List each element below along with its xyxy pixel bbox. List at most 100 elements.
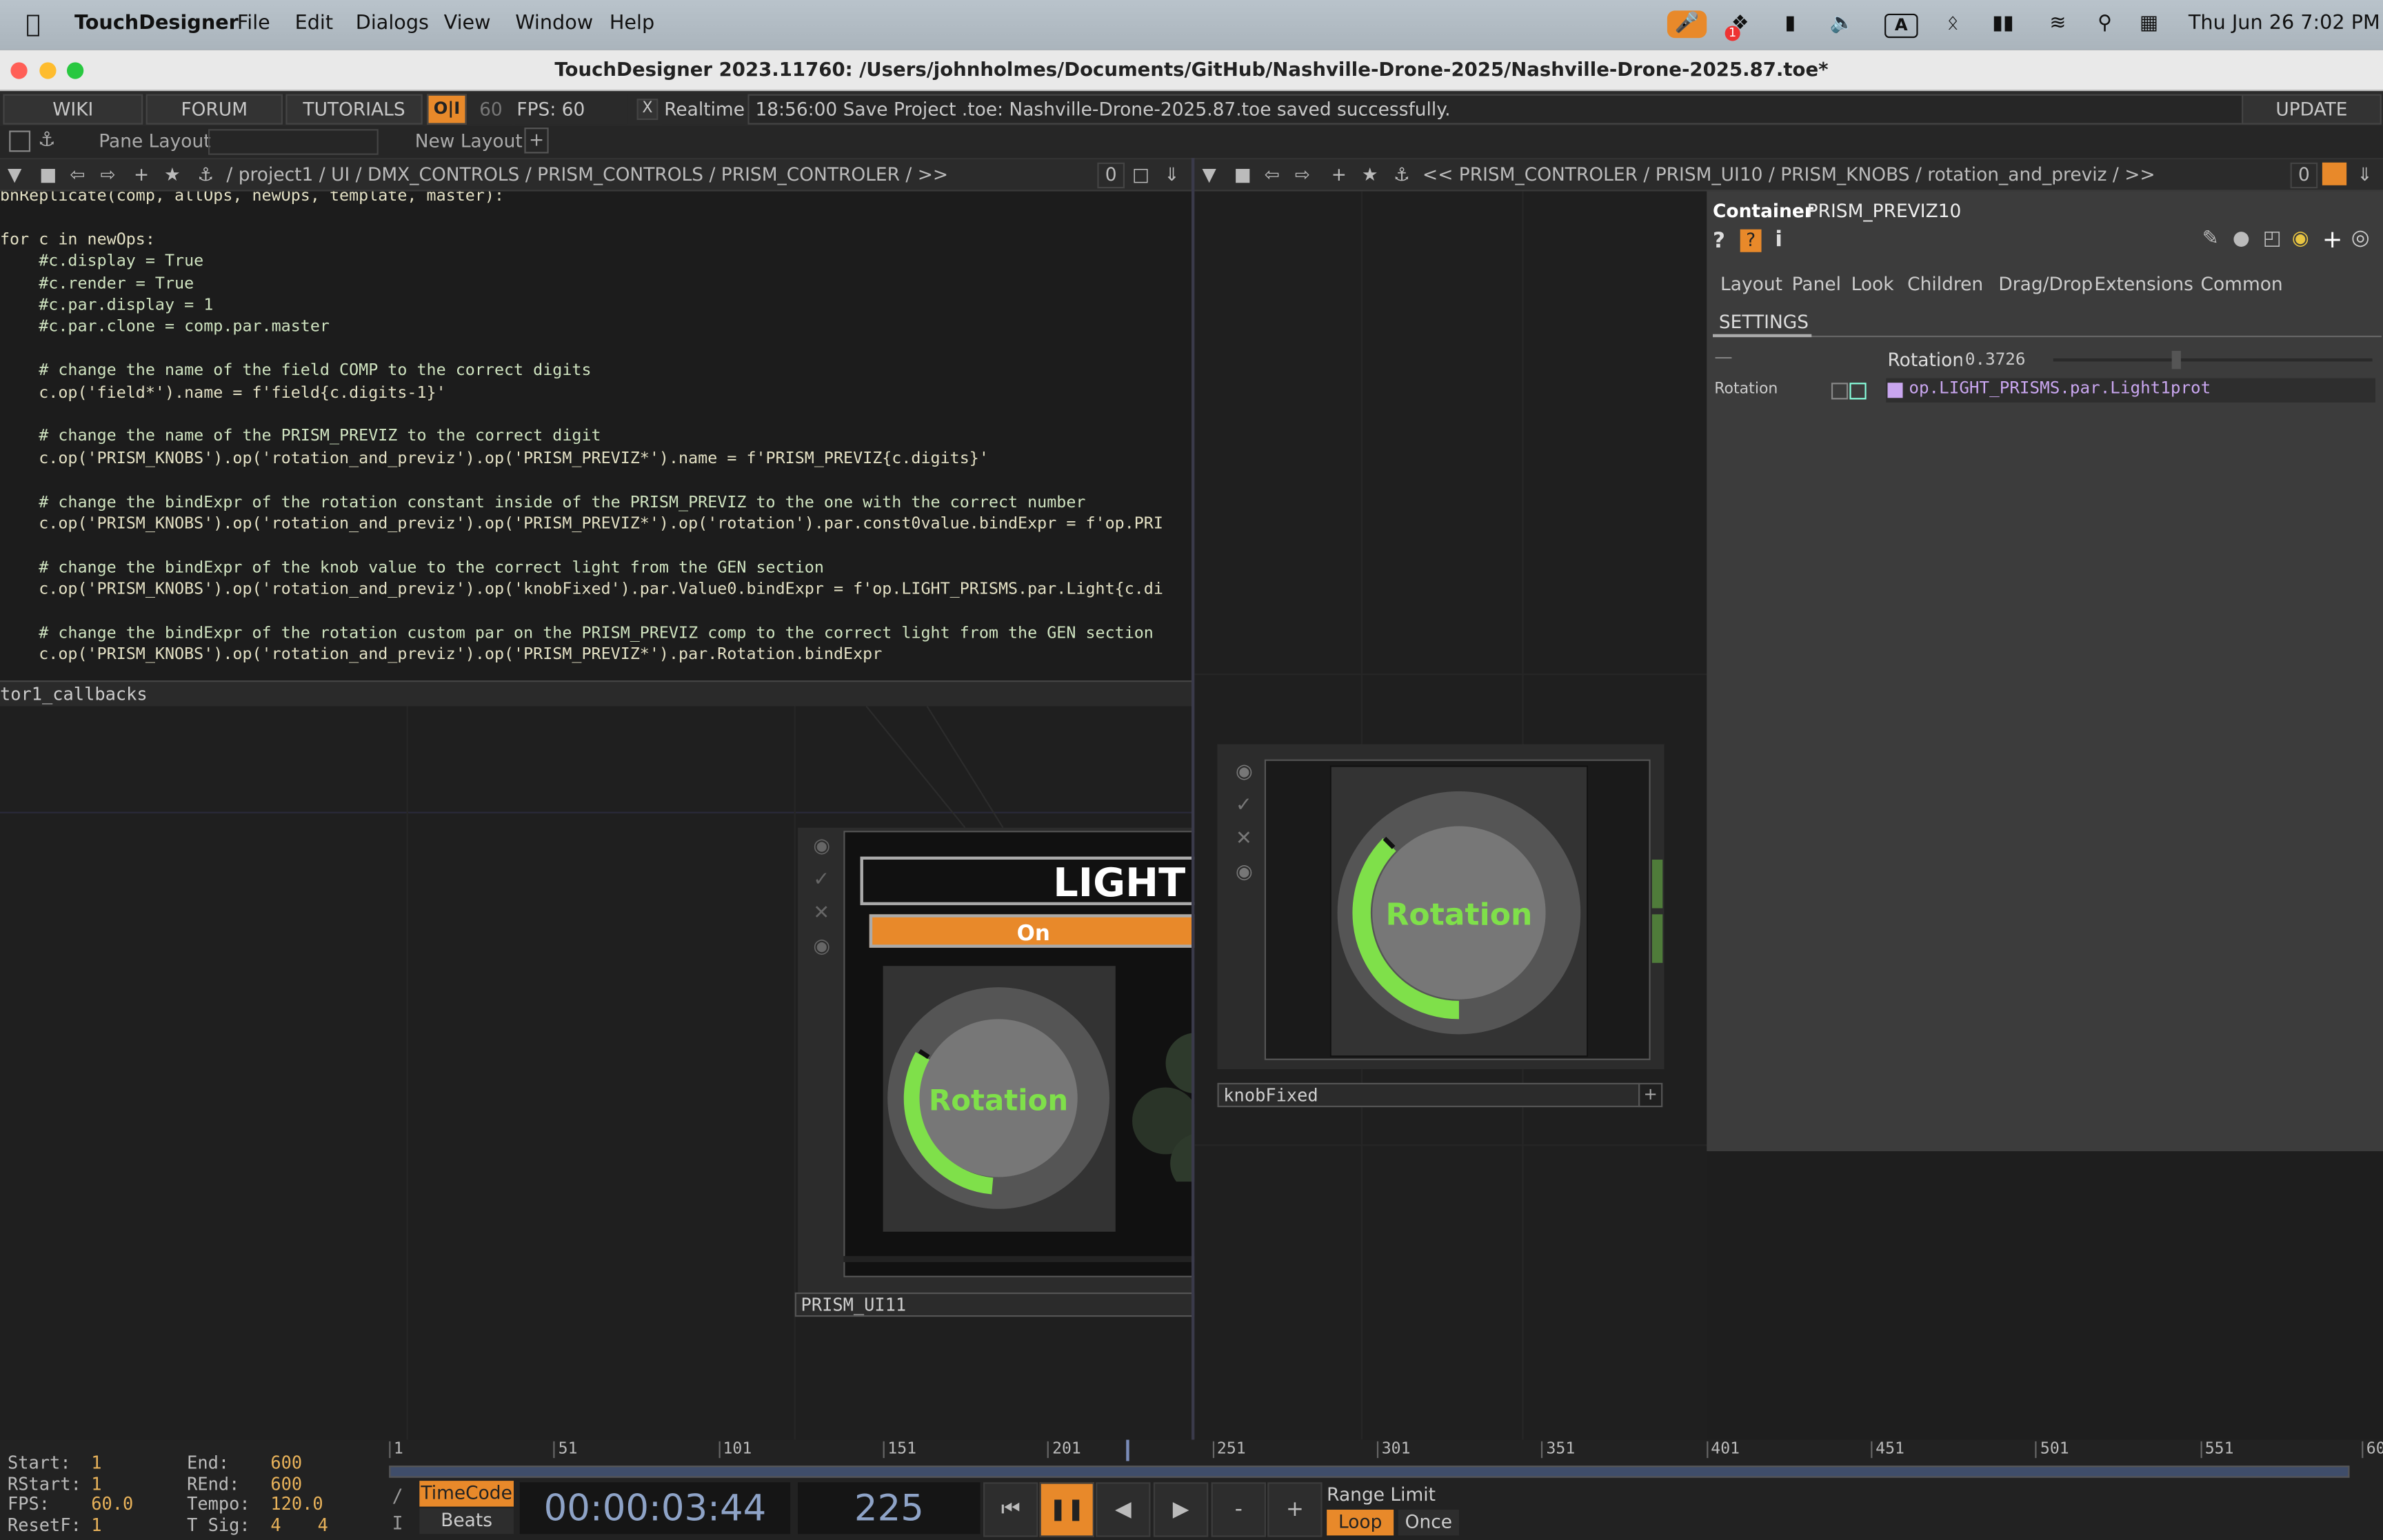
add-icon[interactable]: + [134, 159, 149, 190]
home-icon[interactable]: ⚓ [38, 129, 56, 152]
rotation-slider-track[interactable] [2053, 358, 2373, 362]
code-line[interactable]: #c.display = True [0, 251, 203, 272]
viewer-icon[interactable]: ◉ [813, 835, 830, 858]
timeline-range-bar[interactable] [389, 1466, 2350, 1478]
code-line[interactable]: #c.par.display = 1 [0, 294, 213, 316]
clone-icon[interactable]: ◰ [2263, 227, 2282, 250]
start-value[interactable]: 1 [91, 1452, 101, 1473]
rotation-value-field[interactable]: 0.3726 [1965, 349, 2026, 369]
cook-icon[interactable]: ✓ [1236, 794, 1252, 817]
dat-name-label[interactable]: tor1_callbacks [0, 680, 1194, 708]
code-line[interactable]: # change the name of the field COMP to t… [0, 361, 591, 382]
menu-edit[interactable]: Edit [295, 12, 334, 35]
layout-presets[interactable] [208, 129, 379, 155]
faster-button[interactable]: + [1267, 1482, 1323, 1537]
code-line[interactable]: # change the bindExpr of the rotation co… [0, 492, 1085, 513]
rotation-knob[interactable]: Rotation [1331, 767, 1587, 1056]
rotation-expression-field[interactable]: op.LIGHT_PRISMS.par.Light1prot [1886, 378, 2376, 403]
rotation-knob[interactable]: Rotation [883, 966, 1116, 1232]
cursor-icon[interactable]: I [392, 1512, 403, 1534]
knobfixed-node[interactable]: ◉ ✓ ✕ ◉ Rotation [1217, 744, 1665, 1070]
add-layout-icon[interactable]: + [524, 128, 549, 154]
code-editor[interactable]: bnReplicate(comp, allOps, newOps, templa… [0, 191, 1194, 681]
info-icon[interactable]: i [1775, 227, 1782, 252]
menu-window[interactable]: Window [515, 12, 593, 35]
volume-icon[interactable]: 🔈 [1827, 10, 1857, 38]
import-icon[interactable]: ⇓ [2357, 159, 2373, 190]
once-button[interactable]: Once [1398, 1509, 1459, 1536]
menu-dialogs[interactable]: Dialogs [356, 12, 429, 35]
code-line[interactable]: #c.par.clone = comp.par.master [0, 316, 330, 338]
step-forward-icon[interactable]: ▶ [1153, 1482, 1209, 1537]
viewer-icon[interactable]: ◉ [1236, 761, 1253, 784]
tutorials-button[interactable]: TUTORIALS [285, 94, 423, 125]
beats-mode-button[interactable]: Beats [419, 1508, 514, 1534]
timeline-ruler[interactable]: 151101151201251301351401451501551600 [386, 1440, 2383, 1461]
resetf-value[interactable]: 1 [91, 1514, 101, 1536]
code-line[interactable]: c.op('PRISM_KNOBS').op('rotation_and_pre… [0, 447, 989, 469]
contacts-icon[interactable]: ▮ [1778, 10, 1802, 38]
python-icon[interactable]: ◉ [2292, 227, 2309, 250]
rotation-knob-panel[interactable]: Rotation [1329, 765, 1589, 1057]
timecode-display[interactable]: 00:00:03:44 [519, 1482, 791, 1534]
op-name-field[interactable]: PRISM_PREVIZ10 [1807, 201, 1962, 222]
tab-panel[interactable]: Panel [1792, 274, 1841, 295]
pane-menu-icon[interactable]: ▼ [8, 159, 21, 190]
bypass-icon[interactable]: ✕ [813, 902, 829, 925]
code-line[interactable]: # change the bindExpr of the rotation cu… [0, 622, 1154, 644]
tab-drag-drop[interactable]: Drag/Drop [1998, 274, 2093, 295]
tab-common[interactable]: Common [2201, 274, 2283, 295]
timeline-playhead[interactable] [1127, 1439, 1130, 1461]
loop-button[interactable]: Loop [1327, 1509, 1394, 1536]
tsig-numerator[interactable]: 4 [270, 1514, 281, 1536]
left-network-editor[interactable]: ◉ ✓ ✕ ◉ LIGHT On Rotation PRISM_UI11 [0, 706, 1231, 1440]
help-icon[interactable]: ? [1713, 230, 1725, 254]
menubar-clock[interactable]: Thu Jun 26 7:02 PM [2189, 12, 2380, 35]
right-network-editor[interactable]: ◉ ✓ ✕ ◉ Rotation knobFixed + [1194, 191, 1707, 1440]
wifi-icon[interactable]: ≋ [2042, 10, 2073, 38]
rend-value[interactable]: 600 [270, 1473, 302, 1495]
back-icon[interactable]: ⇦ [1265, 159, 1280, 190]
back-icon[interactable]: ⇦ [70, 159, 85, 190]
edit-icon[interactable]: ✎ [2202, 227, 2219, 250]
import-icon[interactable]: ⇓ [1164, 159, 1179, 190]
rotation-slider-handle[interactable] [2172, 350, 2182, 369]
collapse-icon[interactable]: — [1714, 346, 1732, 367]
viewer-toggle-icon[interactable]: □ [1132, 159, 1149, 190]
code-line[interactable]: c.op('PRISM_KNOBS').op('rotation_and_pre… [0, 645, 882, 666]
viewer-toggle-icon[interactable] [2322, 162, 2347, 185]
network-path[interactable]: / project1 / UI / DMX_CONTROLS / PRISM_C… [226, 159, 948, 190]
comment-icon[interactable]: ● [2233, 227, 2250, 250]
frame-display[interactable]: 225 [798, 1482, 981, 1534]
tempo-value[interactable]: 120.0 [270, 1493, 323, 1514]
add-parameter-icon[interactable]: + [2322, 225, 2343, 254]
page-settings-tab[interactable]: SETTINGS [1719, 312, 1809, 333]
cook-icon[interactable]: ✓ [813, 869, 829, 891]
code-line[interactable]: c.op('PRISM_KNOBS').op('rotation_and_pre… [0, 579, 1163, 600]
code-line[interactable]: #c.render = True [0, 273, 194, 294]
apple-menu-icon[interactable]:  [26, 9, 40, 38]
light-on-toggle[interactable]: On [869, 914, 1198, 948]
battery-icon[interactable]: ▮▮ [1985, 10, 2022, 38]
forward-icon[interactable]: ⇨ [1295, 159, 1310, 190]
output-connector[interactable] [1651, 914, 1663, 963]
pane-menu-icon[interactable]: ▼ [1202, 159, 1216, 190]
code-line[interactable]: # change the bindExpr of the knob value … [0, 557, 824, 578]
python-help-icon[interactable]: ? [1740, 229, 1762, 252]
pause-icon[interactable]: ❚❚ [1039, 1482, 1094, 1537]
fps-value[interactable]: 60.0 [91, 1493, 133, 1514]
tsig-denominator[interactable]: 4 [318, 1514, 328, 1536]
end-value[interactable]: 600 [270, 1452, 302, 1473]
realtime-checkbox[interactable]: X [636, 99, 658, 121]
bookmark-icon[interactable]: ★ [1362, 159, 1378, 190]
rotation-knob-panel[interactable]: Rotation [883, 966, 1116, 1232]
menu-help[interactable]: Help [610, 12, 654, 35]
new-layout-button[interactable]: New Layout [415, 130, 523, 152]
forum-button[interactable]: FORUM [145, 94, 283, 125]
lock-icon[interactable]: ◉ [1236, 861, 1253, 884]
pin-icon[interactable]: ⚓ [198, 159, 214, 190]
tab-layout[interactable]: Layout [1720, 274, 1782, 295]
output-connector[interactable] [1651, 860, 1663, 909]
code-line[interactable]: for c in newOps: [0, 229, 155, 250]
forward-icon[interactable]: ⇨ [100, 159, 115, 190]
